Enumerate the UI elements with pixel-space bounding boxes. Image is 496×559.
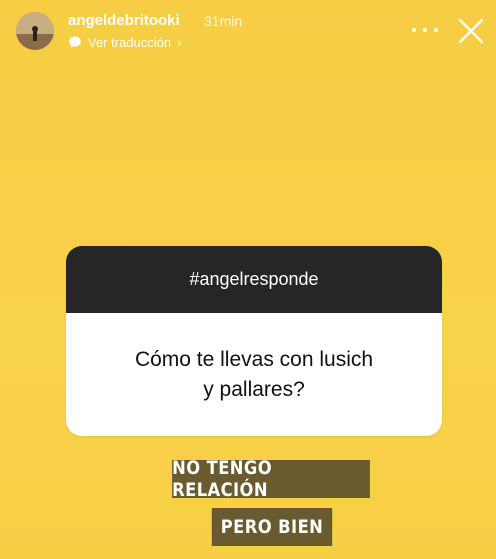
avatar[interactable] — [16, 12, 54, 50]
question-sticker[interactable]: #angelresponde Cómo te llevas con lusich… — [66, 246, 442, 436]
question-sticker-header: #angelresponde — [66, 246, 442, 313]
answer-caption-line-2: PERO BIEN — [211, 508, 333, 546]
answer-caption-line-1: NO TENGO RELACIÓN — [172, 457, 370, 501]
question-hashtag: #angelresponde — [189, 269, 319, 289]
story-viewer: angeldebritooki 31min Ver traducción › #… — [0, 0, 496, 559]
answer-caption-text: PERO BIEN — [220, 516, 324, 538]
close-icon[interactable] — [458, 18, 484, 44]
avatar-image — [16, 12, 54, 50]
more-dot — [434, 28, 438, 32]
username[interactable]: angeldebritooki — [68, 12, 180, 29]
more-options-icon[interactable] — [412, 20, 438, 40]
see-translation-link[interactable]: Ver traducción › — [68, 33, 181, 51]
question-sticker-body: Cómo te llevas con lusich y pallares? — [66, 313, 442, 436]
more-dot — [412, 28, 416, 32]
see-translation-label: Ver traducción — [88, 34, 172, 50]
answer-caption-text: NO TENGO RELACIÓN — [172, 457, 273, 501]
more-dot — [423, 28, 427, 32]
speech-bubble-icon — [69, 36, 81, 48]
post-time: 31min — [204, 13, 243, 29]
question-text-line-2: y pallares? — [203, 377, 305, 401]
question-text-line-1: Cómo te llevas con lusich — [134, 347, 374, 371]
chevron-right-icon: › — [177, 34, 182, 50]
